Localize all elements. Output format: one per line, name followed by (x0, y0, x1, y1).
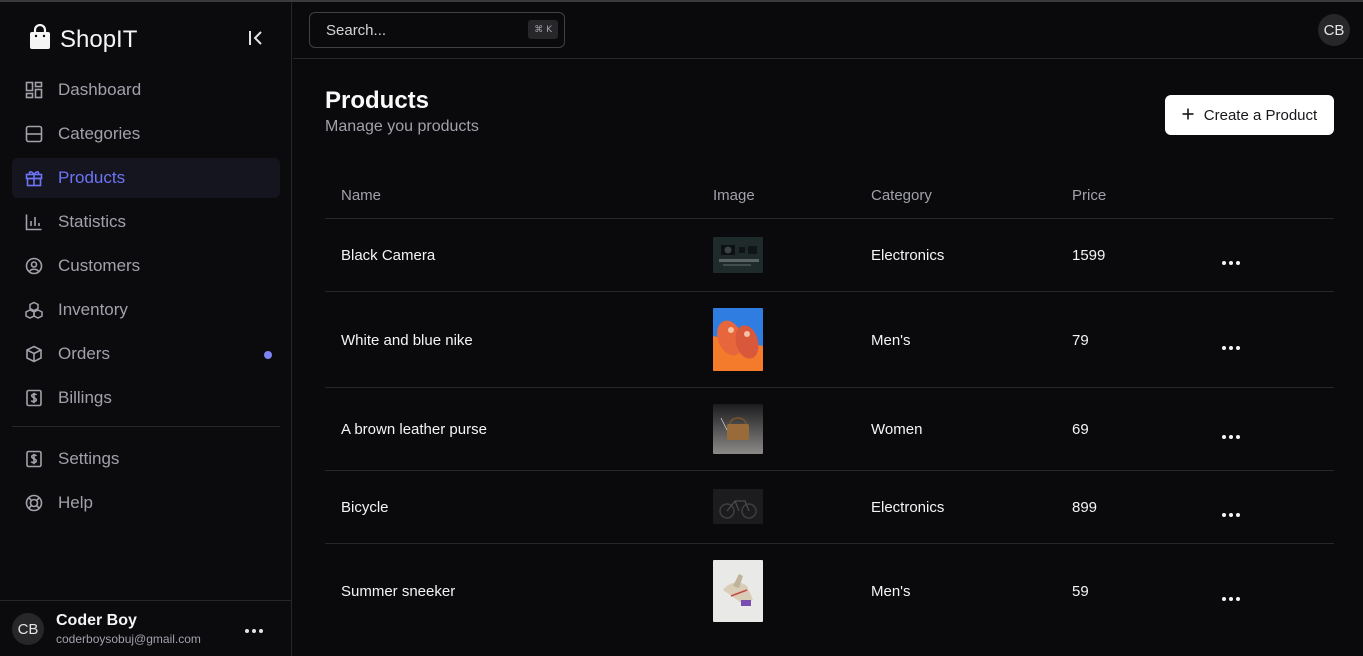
product-price: 899 (1072, 499, 1098, 516)
life-buoy-icon (24, 493, 44, 513)
column-header-name[interactable]: Name (341, 187, 381, 204)
sidebar-nav: Dashboard Categories Products Statistics… (12, 70, 280, 527)
row-actions-icon[interactable] (1221, 427, 1241, 444)
sidebar: ShopIT Dashboard Categories Products Sta… (0, 2, 292, 656)
create-product-button[interactable]: Create a Product (1165, 95, 1334, 135)
top-header: ⌘ K CB (293, 2, 1363, 59)
bicycle-photo (713, 489, 763, 524)
boxes-icon (24, 300, 44, 320)
sidebar-divider (12, 426, 280, 427)
sidebar-item-label: Products (58, 168, 126, 187)
create-product-label: Create a Product (1203, 106, 1318, 124)
row-actions-icon[interactable] (1221, 589, 1241, 606)
sidebar-item-orders[interactable]: Orders (12, 334, 280, 374)
column-header-image[interactable]: Image (713, 187, 755, 204)
search-input[interactable] (310, 13, 520, 47)
sidebar-item-label: Settings (58, 449, 120, 468)
collapse-left-icon (247, 29, 265, 52)
product-price: 59 (1072, 583, 1089, 600)
collapse-sidebar-button[interactable] (244, 28, 268, 52)
categories-icon (24, 124, 44, 144)
sidebar-item-statistics[interactable]: Statistics (12, 202, 280, 242)
table-row[interactable]: Black Camera Electronics 1599 (325, 219, 1334, 292)
sidebar-item-label: Categories (58, 124, 141, 143)
dollar-receipt-icon (24, 388, 44, 408)
bar-chart-icon (24, 212, 44, 232)
sidebar-item-label: Orders (58, 344, 110, 363)
sidebar-item-settings[interactable]: Settings (12, 439, 280, 479)
product-name: Bicycle (341, 499, 389, 516)
more-horizontal-icon[interactable] (244, 621, 264, 639)
table-row[interactable]: Summer sneeker Men's 59 (325, 544, 1334, 638)
column-header-category[interactable]: Category (871, 187, 932, 204)
product-price: 79 (1072, 332, 1089, 349)
row-actions-icon[interactable] (1221, 253, 1241, 270)
sidebar-item-inventory[interactable]: Inventory (12, 290, 280, 330)
page-subtitle: Manage you products (325, 118, 479, 135)
sidebar-item-label: Dashboard (58, 80, 142, 99)
sidebar-item-label: Statistics (58, 212, 127, 231)
sidebar-item-help[interactable]: Help (12, 483, 280, 523)
table-row[interactable]: White and blue nike Men's 79 (325, 292, 1334, 388)
product-category: Men's (871, 583, 911, 600)
shopping-bag-icon (28, 23, 52, 55)
brand-name: ShopIT (60, 25, 138, 53)
search-box[interactable]: ⌘ K (309, 12, 565, 48)
product-name: Black Camera (341, 247, 436, 264)
product-category: Electronics (871, 499, 945, 516)
product-name: White and blue nike (341, 332, 473, 349)
header-avatar[interactable]: CB (1318, 14, 1350, 46)
keyboard-shortcut-badge: ⌘ K (528, 20, 558, 39)
product-price: 69 (1072, 421, 1089, 438)
avatar[interactable]: CB (12, 613, 44, 645)
user-circle-icon (24, 256, 44, 276)
user-profile[interactable]: CB Coder Boy coderboysobuj@gmail.com (0, 600, 292, 656)
column-header-price[interactable]: Price (1072, 187, 1106, 204)
table-header: Name Image Category Price (325, 172, 1334, 219)
notification-dot (264, 351, 272, 359)
product-category: Electronics (871, 247, 945, 264)
user-email: coderboysobuj@gmail.com (56, 632, 201, 646)
dollar-receipt-icon (24, 449, 44, 469)
products-table: Name Image Category Price Black Camera E… (325, 172, 1334, 638)
camera-photo (713, 237, 763, 273)
sidebar-item-label: Help (58, 493, 93, 512)
sneakers-photo (713, 308, 763, 371)
sidebar-item-label: Inventory (58, 300, 128, 319)
dashboard-icon (24, 80, 44, 100)
purse-photo (713, 404, 763, 454)
product-category: Men's (871, 332, 911, 349)
product-name: Summer sneeker (341, 583, 456, 600)
sidebar-item-customers[interactable]: Customers (12, 246, 280, 286)
product-name: A brown leather purse (341, 421, 487, 438)
table-row[interactable]: A brown leather purse Women 69 (325, 388, 1334, 471)
user-name: Coder Boy (56, 612, 137, 629)
sidebar-item-billings[interactable]: Billings (12, 378, 280, 418)
row-actions-icon[interactable] (1221, 505, 1241, 522)
product-price: 1599 (1072, 247, 1106, 264)
row-actions-icon[interactable] (1221, 338, 1241, 355)
sidebar-item-categories[interactable]: Categories (12, 114, 280, 154)
page-title: Products (325, 87, 430, 114)
table-row[interactable]: Bicycle Electronics 899 (325, 471, 1334, 544)
sidebar-item-products[interactable]: Products (12, 158, 280, 198)
sneaker-photo (713, 560, 763, 622)
package-icon (24, 344, 44, 364)
sidebar-item-dashboard[interactable]: Dashboard (12, 70, 280, 110)
gift-icon (24, 168, 44, 188)
brand[interactable]: ShopIT (28, 23, 138, 55)
sidebar-item-label: Billings (58, 388, 112, 407)
sidebar-item-label: Customers (58, 256, 141, 275)
plus-icon (1182, 107, 1194, 124)
product-category: Women (871, 421, 923, 438)
